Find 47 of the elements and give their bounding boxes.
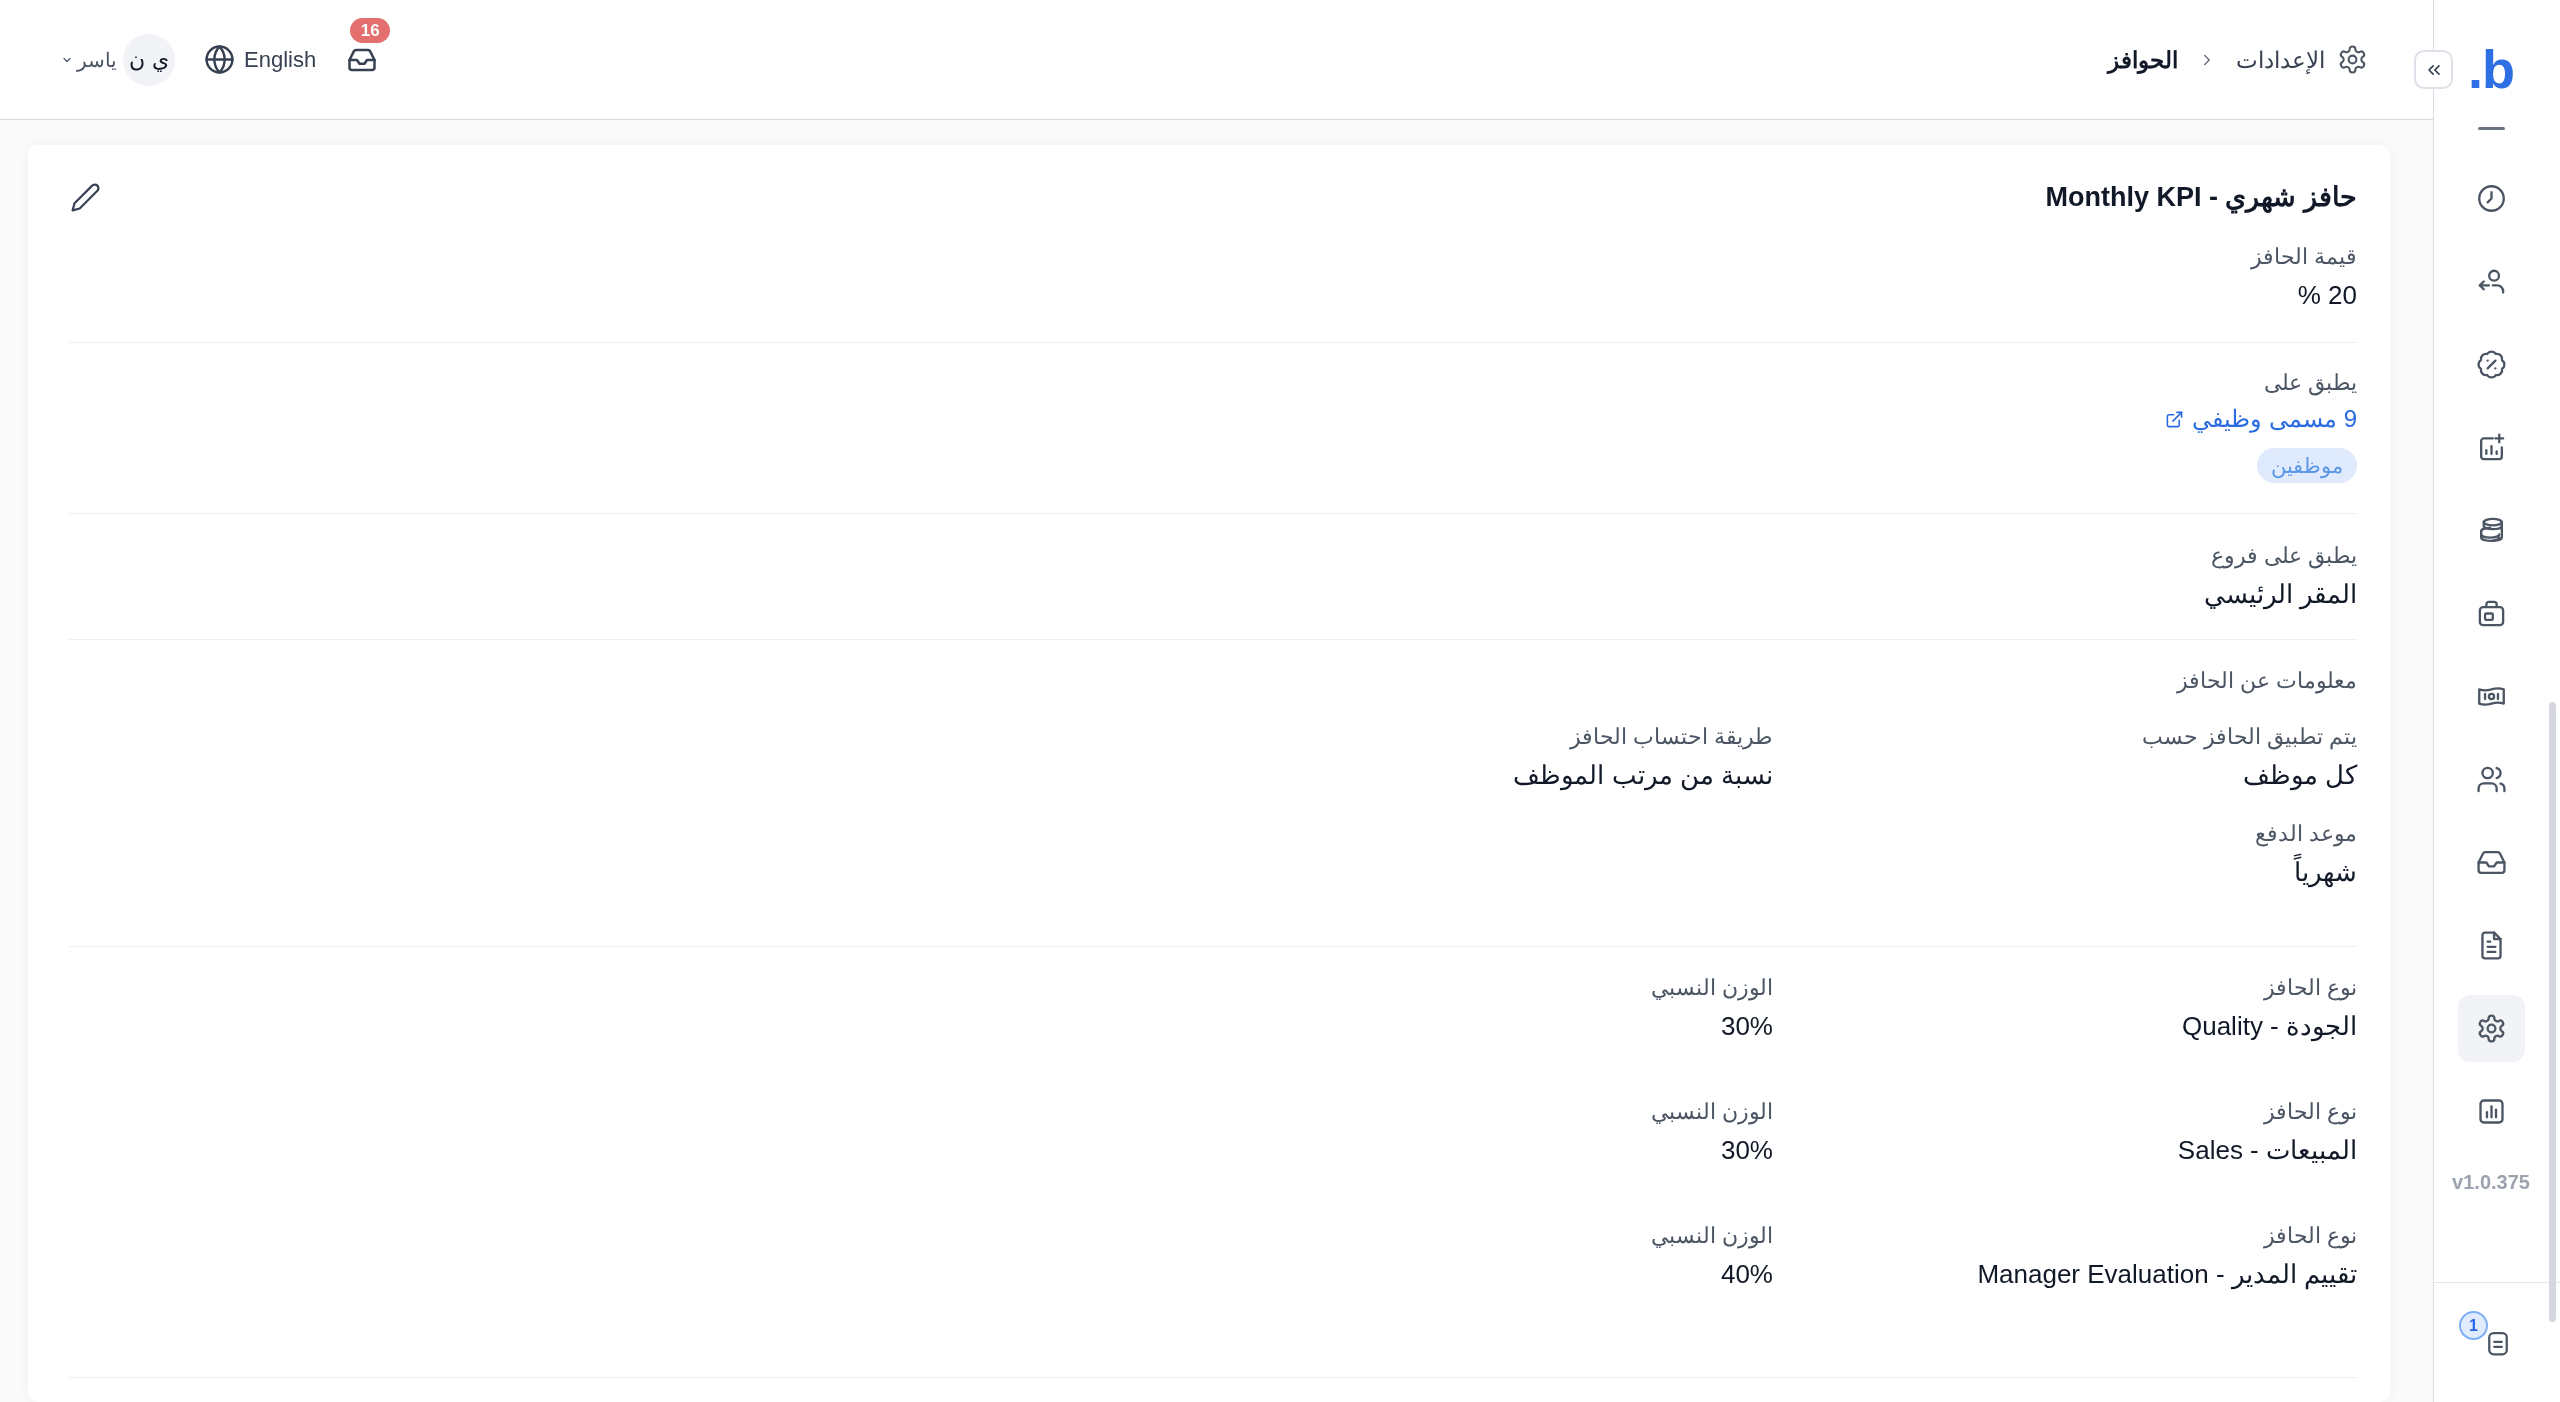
field-label: الوزن النسبي — [1650, 974, 1773, 1003]
field-value: 40% — [1720, 1258, 1773, 1291]
globe-icon — [204, 44, 235, 75]
field-label: نوع الحافز — [2263, 1222, 2357, 1251]
avatar: ي ن — [123, 33, 175, 86]
field-value: المبيعات - Sales — [2177, 1134, 2357, 1167]
field-label: يطبق على — [2263, 369, 2357, 398]
external-link-icon — [2165, 409, 2185, 429]
field-label: يطبق على فروع — [2210, 542, 2357, 571]
field-label: يتم تطبيق الحافز حسب — [2141, 723, 2357, 752]
settings-icon — [2337, 44, 2368, 75]
incentive-title: حافز شهري - Monthly KPI — [2045, 181, 2357, 216]
field-value: 30% — [1720, 1134, 1773, 1167]
sidebar-item[interactable] — [2457, 995, 2525, 1062]
logo: b. — [2468, 40, 2514, 98]
job-titles-link[interactable]: 9 مسمى وظيفي — [2165, 401, 2357, 437]
employees-tag: موظفين — [2257, 448, 2357, 483]
field-value: 30% — [1720, 1010, 1773, 1043]
field-value: تقييم المدير - Manager Evaluation — [1977, 1258, 2357, 1292]
notification-badge: 16 — [350, 17, 391, 43]
field-label: الوزن النسبي — [1650, 1098, 1773, 1127]
field-value: 20 % — [2297, 279, 2357, 312]
field-label: موعد الدفع — [2254, 820, 2357, 849]
scrollbar[interactable] — [2549, 702, 2556, 1322]
edit-button[interactable] — [69, 181, 101, 213]
field-value: المقر الرئيسي — [2203, 578, 2357, 612]
percent-badge-icon — [2475, 349, 2507, 380]
users-icon — [2475, 764, 2507, 795]
collapse-button[interactable] — [2414, 50, 2453, 89]
clock-icon — [2475, 183, 2507, 214]
field-value: نسبة من مرتب الموظف — [1513, 759, 1773, 793]
language-button[interactable]: English — [204, 44, 317, 75]
breadcrumb-link[interactable]: الإعدادات — [2236, 43, 2325, 76]
field-value: كل موظف — [2242, 759, 2357, 793]
field-value: شهرياً — [2294, 852, 2357, 892]
version-label: v1.0.375 — [2452, 1170, 2530, 1195]
pencil-icon — [69, 181, 101, 213]
field-label: قيمة الحافز — [2250, 243, 2357, 272]
field-label: الوزن النسبي — [1650, 1222, 1773, 1251]
field-label: طريقة احتساب الحافز — [1569, 723, 1773, 752]
field-value: الجودة - Quality — [2181, 1010, 2357, 1044]
count-badge: 1 — [2459, 1311, 2488, 1340]
field-label: نوع الحافز — [2263, 1098, 2357, 1127]
breadcrumb-current: الحوافز — [2108, 45, 2178, 76]
field-label: نوع الحافز — [2263, 974, 2357, 1003]
section-heading: معلومات عن الحافز — [2176, 667, 2357, 696]
user-menu-button[interactable]: ي ن ياسر — [61, 33, 175, 86]
